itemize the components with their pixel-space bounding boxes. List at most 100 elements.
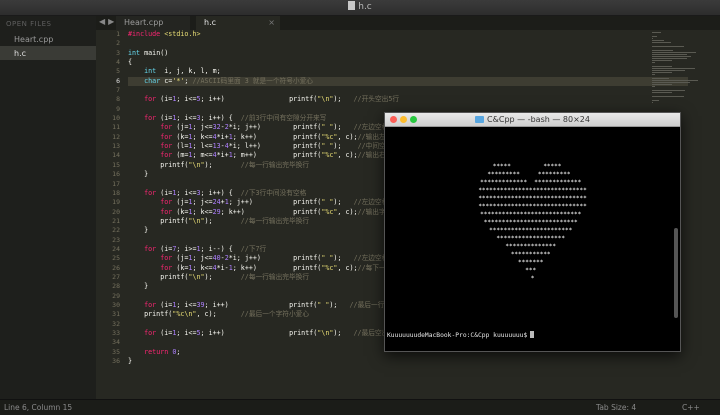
tab-size-indicator[interactable]: Tab Size: 4 xyxy=(596,403,636,412)
heart-line: ****************************** xyxy=(478,203,587,210)
tab-nav-arrows[interactable]: ◀▶ xyxy=(99,17,117,26)
line-number: 26 xyxy=(112,263,120,272)
line-number: 18 xyxy=(112,188,120,197)
minimap-line xyxy=(652,72,672,73)
line-number-gutter: 1 2 3 4 5 6 7 8 9 10 11 12 13 14 15 16 17 18 19 20 21 22 23 24 2… xyxy=(96,30,120,366)
line-number: 17 xyxy=(112,179,120,188)
minimap-line xyxy=(652,70,685,71)
heart-output: ***** ***** ********* ********* ********… xyxy=(385,163,680,283)
minimap-line xyxy=(652,80,698,81)
heart-line: *********** xyxy=(510,251,555,258)
line-number: 27 xyxy=(112,272,120,281)
tab-label: Heart.cpp xyxy=(124,18,164,27)
heart-line: ***** ***** xyxy=(492,163,573,170)
terminal-title-bar: C&Cpp — -bash — 80×24 xyxy=(385,113,680,127)
prompt-text: KuuuuuuudeMacBook-Pro:C&Cpp kuuuuuuu$ xyxy=(387,332,528,339)
line-number: 34 xyxy=(112,338,120,347)
heart-line: ************** xyxy=(505,243,560,250)
minimap[interactable] xyxy=(652,32,712,103)
sidebar-heading: OPEN FILES xyxy=(6,20,52,28)
line-number: 5 xyxy=(116,67,120,76)
line-number: 7 xyxy=(116,86,120,95)
line-number: 14 xyxy=(112,151,120,160)
sidebar: OPEN FILES Heart.cpp h.c xyxy=(0,16,96,399)
minimap-line xyxy=(652,46,684,47)
line-number: 8 xyxy=(116,95,120,104)
text-cursor xyxy=(530,331,535,338)
minimap-line xyxy=(652,84,672,85)
line-number: 15 xyxy=(112,160,120,169)
code-line[interactable]: { xyxy=(128,58,688,67)
heart-line: *********************** xyxy=(489,227,576,234)
code-line[interactable]: } xyxy=(128,357,688,366)
line-number: 25 xyxy=(112,254,120,263)
code-line[interactable] xyxy=(128,39,688,48)
minimap-line xyxy=(652,62,655,63)
terminal-window[interactable]: C&Cpp — -bash — 80×24 ***** ***** ******… xyxy=(384,112,681,352)
code-line[interactable]: int main() xyxy=(128,49,688,58)
sidebar-file-h-c[interactable]: h.c xyxy=(0,46,96,60)
syntax-indicator[interactable]: C++ xyxy=(682,403,700,412)
line-number: 16 xyxy=(112,170,120,179)
code-line[interactable]: for (i=1; i<=5; i++) printf("\n"); //开头空… xyxy=(128,95,688,104)
code-line[interactable] xyxy=(128,86,688,95)
heart-line: ******************* xyxy=(496,235,569,242)
heart-line: * xyxy=(530,275,535,282)
tab-h-c[interactable]: h.c × xyxy=(196,16,280,30)
minimap-line xyxy=(652,78,669,79)
minimap-line xyxy=(652,100,659,101)
window-title-text: h.c xyxy=(358,2,372,12)
heart-line: ************* ************* xyxy=(480,179,585,186)
line-number: 24 xyxy=(112,244,120,253)
sidebar-file-heart-cpp[interactable]: Heart.cpp xyxy=(0,32,96,46)
minimap-line xyxy=(652,86,655,87)
line-number: 4 xyxy=(116,58,120,67)
minimap-line xyxy=(652,90,685,91)
window-title: h.c xyxy=(0,1,720,12)
line-number: 13 xyxy=(112,142,120,151)
terminal-title-text: C&Cpp — -bash — 80×24 xyxy=(487,115,590,124)
minimap-line xyxy=(652,58,687,59)
minimap-line xyxy=(652,96,684,97)
line-number: 20 xyxy=(112,207,120,216)
line-number: 35 xyxy=(112,347,120,356)
line-number: 29 xyxy=(112,291,120,300)
heart-line: ****************************** xyxy=(478,187,587,194)
heart-line: *** xyxy=(525,267,540,274)
line-number: 31 xyxy=(112,310,120,319)
tab-heart-cpp[interactable]: Heart.cpp xyxy=(116,16,190,30)
heart-line: ********* ********* xyxy=(487,171,578,178)
minimap-line xyxy=(652,42,671,43)
file-icon xyxy=(348,1,356,10)
terminal-title: C&Cpp — -bash — 80×24 xyxy=(385,115,680,124)
line-number: 36 xyxy=(112,357,120,366)
line-number: 30 xyxy=(112,300,120,309)
close-icon[interactable]: × xyxy=(268,18,275,27)
line-number: 19 xyxy=(112,198,120,207)
line-number: 1 xyxy=(116,30,120,38)
cursor-position: Line 6, Column 15 xyxy=(4,403,73,412)
minimap-line xyxy=(652,50,673,51)
line-number: 32 xyxy=(112,319,120,328)
code-line[interactable]: char c='*'; //ASCII码里面 3 就是一个符号小爱心 xyxy=(128,76,688,87)
line-number: 21 xyxy=(112,216,120,225)
minimap-line xyxy=(652,102,653,103)
terminal-scrollbar[interactable] xyxy=(674,228,678,318)
tab-label: h.c xyxy=(204,18,217,27)
line-number: 23 xyxy=(112,235,120,244)
minimap-line xyxy=(652,82,690,83)
line-number: 28 xyxy=(112,282,120,291)
terminal-output[interactable]: ***** ***** ********* ********* ********… xyxy=(385,128,680,351)
heart-line: **************************** xyxy=(480,211,585,218)
terminal-prompt[interactable]: KuuuuuuudeMacBook-Pro:C&Cpp kuuuuuuu$ xyxy=(387,331,535,339)
line-number: 2 xyxy=(116,39,120,48)
minimap-line xyxy=(652,36,657,37)
minimap-line xyxy=(652,32,661,33)
code-line[interactable]: #include <stdio.h> xyxy=(128,30,688,39)
minimap-line xyxy=(652,60,672,61)
minimap-line xyxy=(652,40,664,41)
minimap-line xyxy=(652,54,687,55)
code-line[interactable]: int i, j, k, l, m; xyxy=(128,67,688,76)
line-number: 11 xyxy=(112,123,120,132)
line-number: 12 xyxy=(112,132,120,141)
